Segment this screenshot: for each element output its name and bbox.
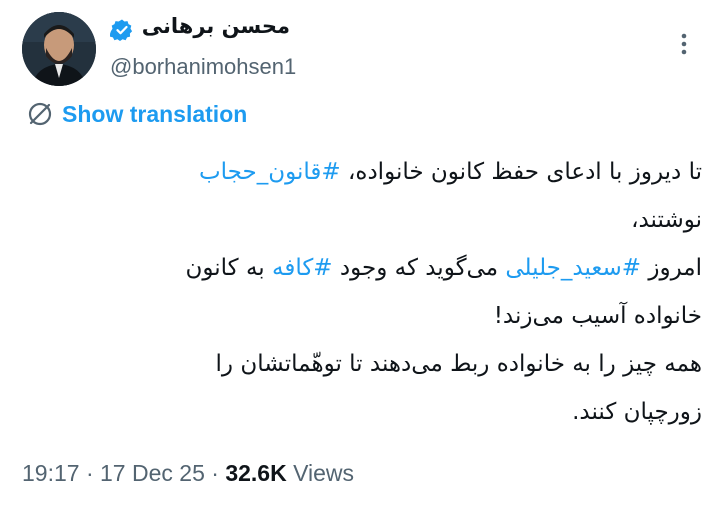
avatar[interactable] bbox=[22, 12, 96, 86]
tweet-text-segment: امروز bbox=[641, 255, 702, 281]
hashtag-link[interactable]: #سعید_جلیلی bbox=[505, 255, 641, 281]
translate-icon bbox=[28, 102, 52, 126]
meta-separator: · bbox=[79, 460, 101, 486]
tweet-line-2: نوشتند، bbox=[20, 196, 702, 244]
tweet-text-segment: تا دیروز با ادعای حفظ کانون خانواده، bbox=[340, 159, 702, 185]
tweet-text-segment: زورچپان کنند. bbox=[572, 399, 702, 425]
author-handle[interactable]: @borhanimohsen1 bbox=[110, 54, 296, 80]
meta-separator: · bbox=[204, 460, 226, 486]
tweet-text-segment: می‌گوید که وجود bbox=[332, 255, 506, 281]
tweet-line-4: خانواده آسیب می‌زند! bbox=[20, 292, 702, 340]
verified-badge-icon bbox=[110, 19, 133, 41]
tweet-line-5: همه چیز را به خانواده ربط می‌دهند تا توه… bbox=[20, 340, 702, 388]
more-options-icon[interactable] bbox=[670, 30, 698, 58]
tweet-line-3: امروز #سعید_جلیلی می‌گوید که وجود #کافه … bbox=[20, 244, 703, 292]
hashtag-link[interactable]: #کافه bbox=[272, 255, 333, 281]
tweet-meta: 19:17 · 17 Dec 25 · 32.6K Views bbox=[22, 460, 354, 487]
show-translation-button[interactable]: Show translation bbox=[26, 100, 247, 128]
show-translation-label: Show translation bbox=[62, 100, 248, 127]
views-count[interactable]: 32.6K bbox=[225, 460, 286, 486]
avatar-photo bbox=[22, 12, 96, 86]
tweet-text-segment: خانواده آسیب می‌زند! bbox=[493, 303, 702, 329]
tweet-time[interactable]: 19:17 bbox=[22, 460, 80, 486]
author-name[interactable]: محسن برهانی bbox=[110, 14, 290, 38]
tweet-card: محسن برهانی @borhanimohsen1 Show transla… bbox=[0, 0, 720, 506]
hashtag-link[interactable]: #قانون_حجاب bbox=[199, 159, 341, 185]
tweet-line-6: زورچپان کنند. bbox=[20, 388, 702, 436]
tweet-date[interactable]: 17 Dec 25 bbox=[100, 460, 205, 486]
tweet-text-segment: همه چیز را به خانواده ربط می‌دهند تا توه… bbox=[215, 351, 702, 377]
tweet-text-segment: به کانون bbox=[185, 255, 272, 281]
tweet-text-segment: نوشتند، bbox=[631, 207, 702, 233]
tweet-text: تا دیروز با ادعای حفظ کانون خانواده، #قا… bbox=[20, 148, 703, 436]
views-label: Views bbox=[286, 460, 355, 486]
tweet-line-1: تا دیروز با ادعای حفظ کانون خانواده، #قا… bbox=[20, 148, 702, 196]
